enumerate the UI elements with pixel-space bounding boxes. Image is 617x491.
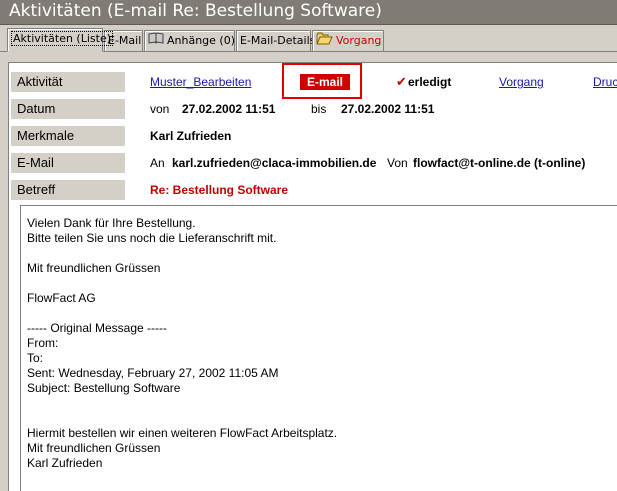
datum-bis-value: 27.02.2002 11:51 [341, 102, 435, 116]
email-von-value: flowfact@t-online.de (t-online) [413, 156, 586, 170]
datum-bis-label: bis [311, 102, 327, 116]
message-line: Karl Zufrieden [27, 456, 103, 470]
message-line: To: [27, 351, 44, 365]
label-betreff: Betreff [11, 180, 125, 200]
row-betreff: Betreff Re: Bestellung Software [11, 180, 611, 200]
label-aktivitaet: Aktivität [11, 72, 125, 92]
tab-label: Vorgang [336, 34, 382, 47]
message-body[interactable]: Vielen Dank für Ihre Bestellung. Bitte t… [20, 205, 617, 491]
datum-von-label: von [150, 102, 170, 116]
window-titlebar: Aktivitäten (E-mail Re: Bestellung Softw… [0, 0, 617, 25]
tab-label: Anhänge (0) [167, 34, 236, 47]
window-title: Aktivitäten (E-mail Re: Bestellung Softw… [9, 1, 382, 21]
row-datum: Datum von 27.02.2002 11:51 bis 27.02.200… [11, 99, 611, 119]
email-an-value: karl.zufrieden@claca-immobilien.de [172, 156, 377, 170]
book-icon [148, 31, 164, 51]
message-line: Subject: Bestellung Software [27, 381, 181, 395]
muster-bearbeiten-link[interactable]: Muster_Bearbeiten [150, 72, 251, 92]
message-line: Mit freundlichen Grüssen [27, 441, 161, 455]
message-line: FlowFact AG [27, 291, 96, 305]
message-line: ----- Original Message ----- [27, 321, 168, 335]
datum-von-value: 27.02.2002 11:51 [182, 102, 276, 116]
check-icon: ✔ [396, 74, 407, 89]
tab-anhaenge[interactable]: Anhänge (0) [144, 30, 235, 51]
merkmale-value: Karl Zufrieden [150, 129, 232, 143]
message-line: Vielen Dank für Ihre Bestellung. [27, 216, 196, 230]
message-line: Hiermit bestellen wir einen weiteren Flo… [27, 426, 338, 440]
email-an-label: An [150, 156, 165, 170]
email-type-badge: E-mail [300, 74, 350, 90]
row-email: E-Mail An karl.zufrieden@claca-immobilie… [11, 153, 611, 173]
status-erledigt: erledigt [408, 75, 452, 89]
tab-strip: Aktivitäten (Liste) E-Mail Anhänge (0) E… [0, 25, 617, 52]
folder-icon [316, 32, 333, 51]
tab-label: Aktivitäten (Liste) [11, 31, 114, 46]
betreff-value: Re: Bestellung Software [150, 183, 289, 197]
tab-vorgang[interactable]: Vorgang [312, 30, 384, 51]
tab-email-details[interactable]: E-Mail-Details [236, 30, 315, 51]
label-datum: Datum [11, 99, 125, 119]
email-von-label: Von [387, 156, 408, 170]
label-merkmale: Merkmale [11, 126, 125, 146]
label-email: E-Mail [11, 153, 125, 173]
message-line: From: [27, 336, 59, 350]
message-line: Bitte teilen Sie uns noch die Lieferansc… [27, 231, 277, 245]
message-line: Mit freundlichen Grüssen [27, 261, 161, 275]
druck-link[interactable]: Druck [593, 72, 617, 92]
vorgang-link[interactable]: Vorgang [499, 72, 544, 92]
row-merkmale: Merkmale Karl Zufrieden [11, 126, 611, 146]
message-line: Sent: Wednesday, February 27, 2002 11:05… [27, 366, 279, 380]
tab-label: E-Mail-Details [240, 34, 316, 47]
tab-aktivitaeten-liste[interactable]: Aktivitäten (Liste) [7, 28, 114, 52]
